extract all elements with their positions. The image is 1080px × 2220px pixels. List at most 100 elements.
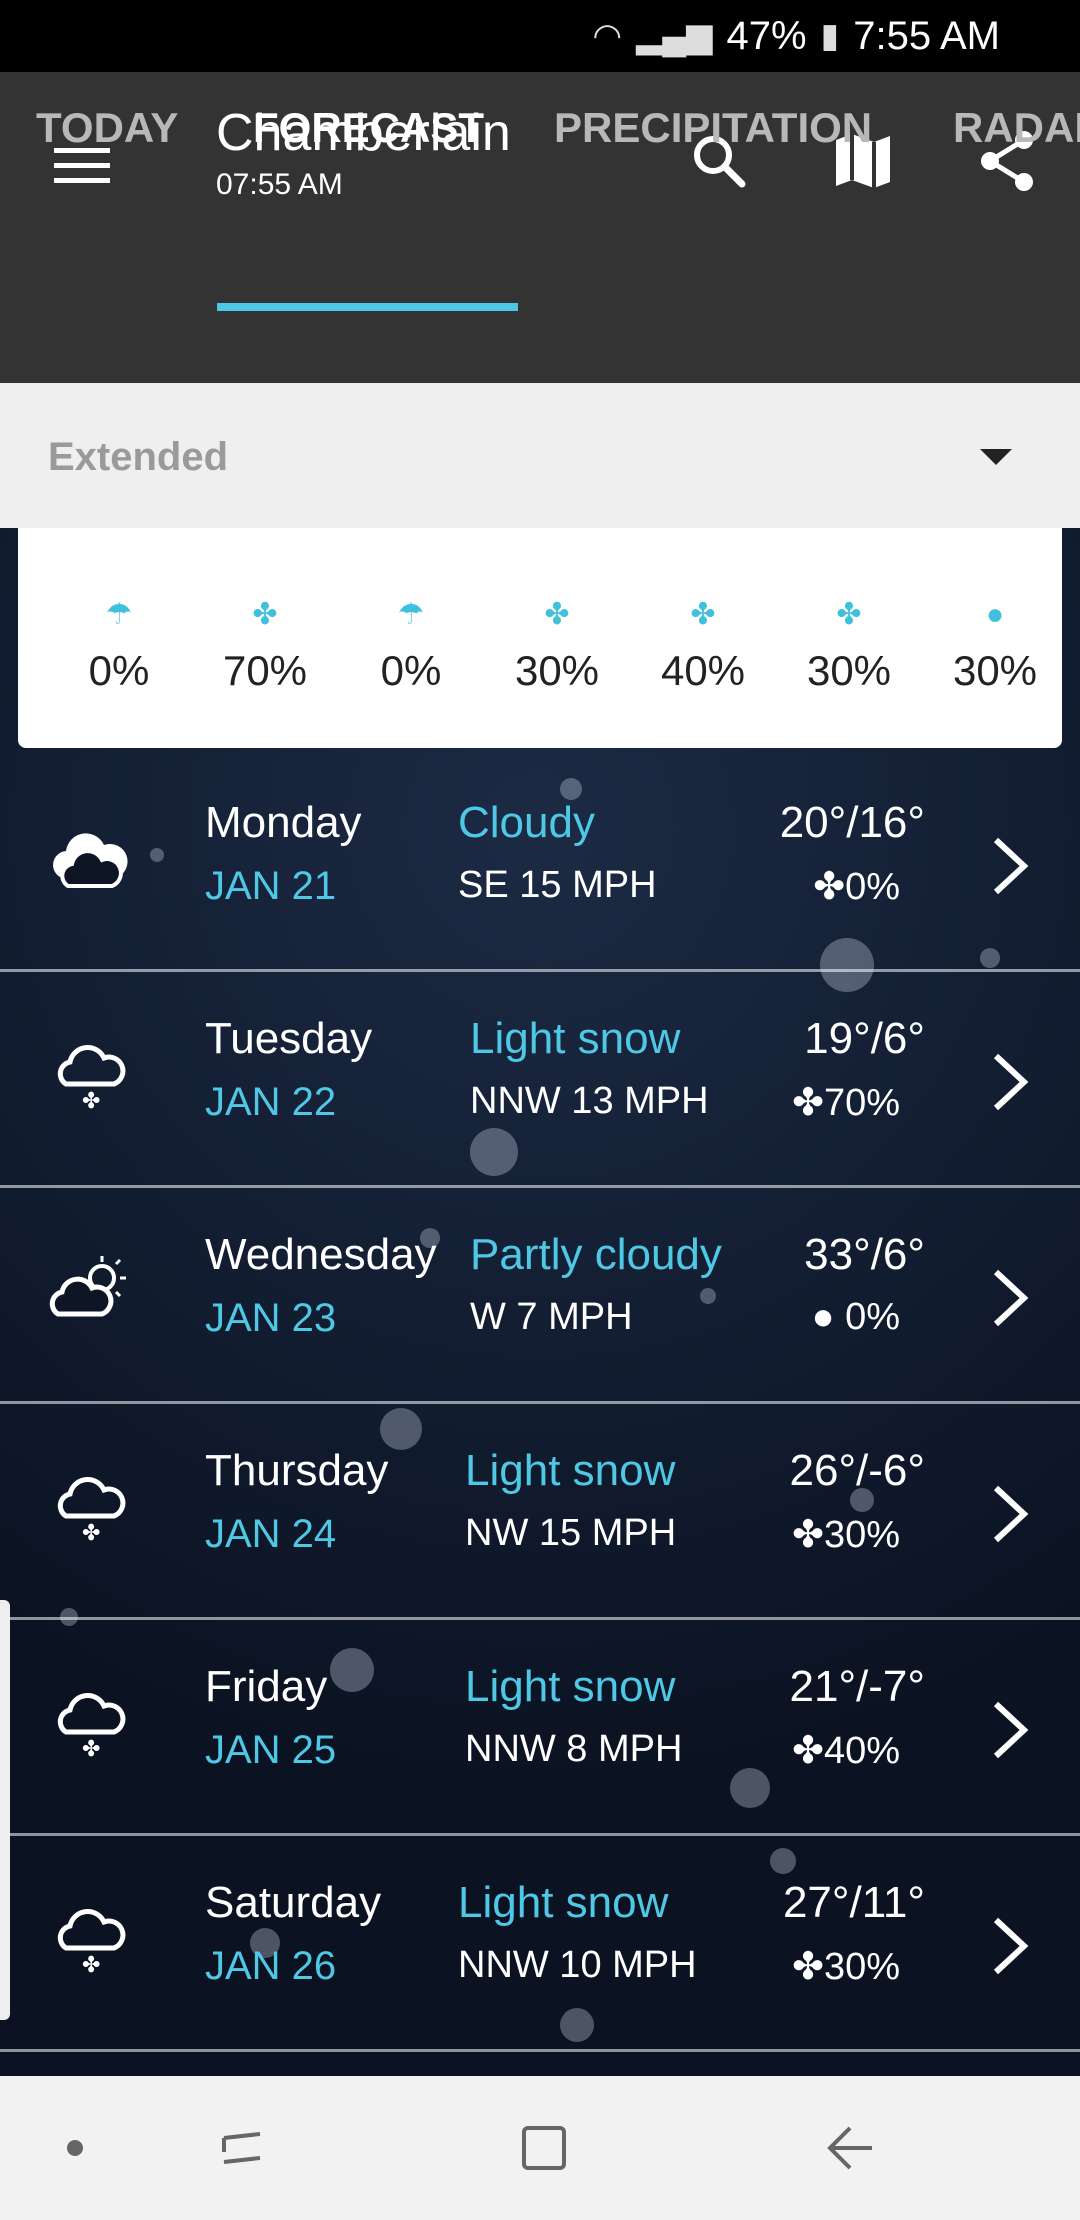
snow-cloud-icon: ✤ [57, 1045, 126, 1113]
condition: Light snow [465, 1662, 676, 1711]
precip-chance: ● 0% [812, 1296, 900, 1339]
precip-value: 70% [222, 647, 308, 694]
precip-chance: ✤70% [792, 1080, 900, 1125]
temperature-range: 21°/-7° [789, 1662, 925, 1711]
day-row-thursday[interactable]: ✤ Thursday JAN 24 Light snow NW 15 MPH 2… [0, 1404, 1080, 1620]
chevron-right-icon[interactable] [990, 1268, 1030, 1328]
day-name: Saturday [205, 1878, 382, 1927]
day-date: JAN 21 [205, 864, 337, 908]
precip-chance-value: 40% [823, 1730, 900, 1772]
status-bar: ◠ ▂▄▆ 47% ▮ 7:55 AM [0, 0, 1080, 72]
snowflake-icon: ✤ [813, 866, 846, 908]
precip-chance-value: 0% [845, 1296, 900, 1338]
wind: NNW 10 MPH [458, 1944, 697, 1986]
temperature-range: 26°/-6° [789, 1446, 925, 1495]
precip-value: 30% [806, 647, 892, 694]
app-bar: Chamberlain 07:55 AM TODAY FORECAST PREC… [0, 72, 1080, 383]
dot-icon[interactable] [60, 2116, 90, 2180]
precip-value: 30% [952, 647, 1038, 694]
chevron-right-icon[interactable] [990, 1484, 1030, 1544]
snow-cloud-icon: ✤ [57, 1477, 126, 1545]
tab-today[interactable]: TODAY [36, 72, 178, 183]
dropdown-selected: Extended [48, 435, 229, 479]
day-row-monday[interactable]: Monday JAN 21 Cloudy SE 15 MPH 20°/16° ✤… [0, 756, 1080, 972]
signal-icon: ▂▄▆ [636, 17, 713, 55]
precip-chance: ✤30% [792, 1944, 900, 1989]
temperature-range: 20°/16° [779, 798, 925, 847]
tab-radar[interactable]: RADAR [953, 72, 1080, 183]
wind: NNW 8 MPH [465, 1728, 683, 1770]
day-name: Thursday [205, 1446, 389, 1495]
chevron-right-icon[interactable] [990, 1052, 1030, 1112]
snowflake-icon: ✤ [690, 598, 716, 631]
precip-col: ✤ 40% [630, 593, 776, 695]
svg-text:✤: ✤ [82, 1952, 100, 1977]
precip-chance-value: 30% [823, 1514, 900, 1556]
active-tab-indicator [217, 303, 518, 311]
day-row-saturday[interactable]: ✤ Saturday JAN 26 Light snow NNW 10 MPH … [0, 1836, 1080, 2052]
condition: Light snow [465, 1446, 676, 1495]
day-date: JAN 26 [205, 1944, 337, 1988]
day-name: Wednesday [205, 1230, 437, 1279]
partly-cloudy-icon [49, 1256, 126, 1317]
battery-percent: 47% [726, 13, 807, 58]
cloudy-icon [53, 833, 128, 888]
snow-cloud-icon: ✤ [57, 1909, 126, 1977]
snowflake-icon: ✤ [792, 1730, 824, 1772]
precip-col: ✤ 30% [484, 593, 630, 695]
wind: NNW 13 MPH [470, 1080, 709, 1122]
precip-col: ☂ 0% [46, 593, 192, 695]
chevron-right-icon[interactable] [990, 1916, 1030, 1976]
day-date: JAN 24 [205, 1512, 337, 1556]
wind: NW 15 MPH [465, 1512, 677, 1554]
snowflake-icon: ✤ [792, 1946, 824, 1988]
temperature-range: 33°/6° [804, 1230, 925, 1279]
precip-value: 0% [88, 647, 150, 694]
precip-chance: ✤40% [792, 1728, 900, 1773]
wifi-icon: ◠ [592, 17, 623, 55]
back-icon[interactable] [818, 2116, 882, 2180]
day-row-tuesday[interactable]: ✤ Tuesday JAN 22 Light snow NNW 13 MPH 1… [0, 972, 1080, 1188]
recents-icon[interactable] [210, 2116, 274, 2180]
day-date: JAN 22 [205, 1080, 337, 1124]
umbrella-icon: ☂ [397, 598, 425, 631]
condition: Light snow [458, 1878, 669, 1927]
precip-col: ● 30% [922, 593, 1068, 695]
day-name: Monday [205, 798, 362, 847]
snowflake-icon: ✤ [792, 1082, 824, 1124]
svg-text:✤: ✤ [82, 1088, 100, 1113]
precip-chance-value: 0% [845, 866, 900, 908]
temperature-range: 27°/11° [782, 1878, 925, 1927]
snowflake-icon: ✤ [544, 598, 570, 631]
tab-precipitation[interactable]: PRECIPITATION [554, 72, 872, 183]
clock: 7:55 AM [853, 13, 1000, 58]
home-icon[interactable] [512, 2116, 576, 2180]
snowflake-icon: ✤ [252, 598, 278, 631]
snow-cloud-icon: ✤ [57, 1693, 126, 1761]
system-navigation-bar [0, 2076, 1080, 2220]
day-row-wednesday[interactable]: Wednesday JAN 23 Partly cloudy W 7 MPH 3… [0, 1188, 1080, 1404]
precip-col: ✤ 30% [776, 593, 922, 695]
snowflake-icon: ✤ [836, 598, 862, 631]
day-row-friday[interactable]: ✤ Friday JAN 25 Light snow NNW 8 MPH 21°… [0, 1620, 1080, 1836]
snowflake-icon: ✤ [792, 1514, 824, 1556]
condition: Partly cloudy [470, 1230, 722, 1279]
precip-col: ✤ 70% [192, 593, 338, 695]
day-date: JAN 23 [205, 1296, 337, 1340]
precip-chance: ✤30% [792, 1512, 900, 1557]
wind: W 7 MPH [470, 1296, 633, 1338]
edge-panel-handle[interactable] [0, 1600, 10, 2020]
forecast-range-dropdown[interactable]: Extended [0, 383, 1080, 528]
umbrella-icon: ☂ [105, 598, 133, 631]
condition: Light snow [470, 1014, 681, 1063]
precip-value: 40% [660, 647, 746, 694]
precip-value: 30% [514, 647, 600, 694]
chevron-right-icon[interactable] [990, 836, 1030, 896]
svg-text:✤: ✤ [82, 1736, 100, 1761]
day-name: Friday [205, 1662, 328, 1711]
precip-col: ☂ 0% [338, 593, 484, 695]
tab-forecast[interactable]: FORECAST [253, 72, 484, 183]
svg-text:✤: ✤ [82, 1520, 100, 1545]
chevron-right-icon[interactable] [990, 1700, 1030, 1760]
temperature-range: 19°/6° [804, 1014, 925, 1063]
